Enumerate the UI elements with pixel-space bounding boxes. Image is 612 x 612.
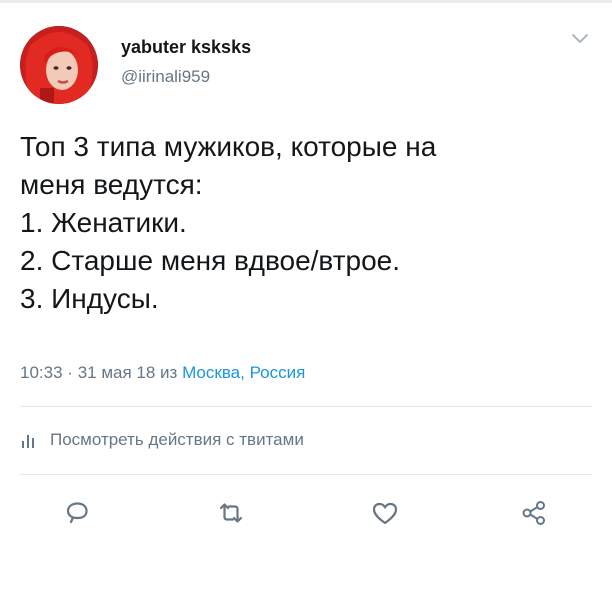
location-city-link[interactable]: Москва: [182, 363, 240, 382]
location-country-link[interactable]: Россия: [250, 363, 306, 382]
divider: [20, 474, 592, 475]
top-divider: [0, 0, 612, 3]
author-display-name[interactable]: yabuter ksksks: [121, 37, 251, 58]
tweet-line: меня ведутся:: [20, 169, 203, 200]
bar-chart-icon: [22, 435, 34, 448]
tweet-text: Топ 3 типа мужиков, которые на меня веду…: [20, 128, 590, 318]
tweet-time[interactable]: 10:33: [20, 363, 63, 382]
heart-icon: [372, 502, 398, 525]
location-comma: ,: [240, 363, 245, 382]
tweet-line: 3. Индусы.: [20, 283, 159, 314]
chevron-down-icon[interactable]: [570, 31, 590, 47]
tweet-line: 1. Женатики.: [20, 207, 187, 238]
share-button[interactable]: [517, 496, 551, 530]
author-handle[interactable]: @iirinali959: [121, 67, 210, 87]
reply-button[interactable]: [60, 496, 94, 530]
view-tweet-activity-label: Посмотреть действия с твитами: [50, 430, 304, 449]
avatar-image: [20, 26, 98, 104]
meta-from: из: [160, 363, 178, 382]
meta-separator: ·: [67, 363, 73, 382]
tweet-line: Топ 3 типа мужиков, которые на: [20, 131, 437, 162]
reply-icon: [66, 502, 88, 524]
retweet-button[interactable]: [214, 496, 248, 530]
tweet-date[interactable]: 31 мая 18: [78, 363, 156, 382]
retweet-icon: [219, 503, 243, 523]
like-button[interactable]: [368, 496, 402, 530]
divider: [20, 406, 592, 407]
avatar[interactable]: [20, 26, 98, 104]
view-tweet-activity-link[interactable]: Посмотреть действия с твитами: [20, 428, 304, 452]
tweet-meta: 10:33 · 31 мая 18 из Москва, Россия: [20, 363, 305, 383]
tweet-line: 2. Старше меня вдвое/втрое.: [20, 245, 401, 276]
share-icon: [522, 501, 545, 525]
